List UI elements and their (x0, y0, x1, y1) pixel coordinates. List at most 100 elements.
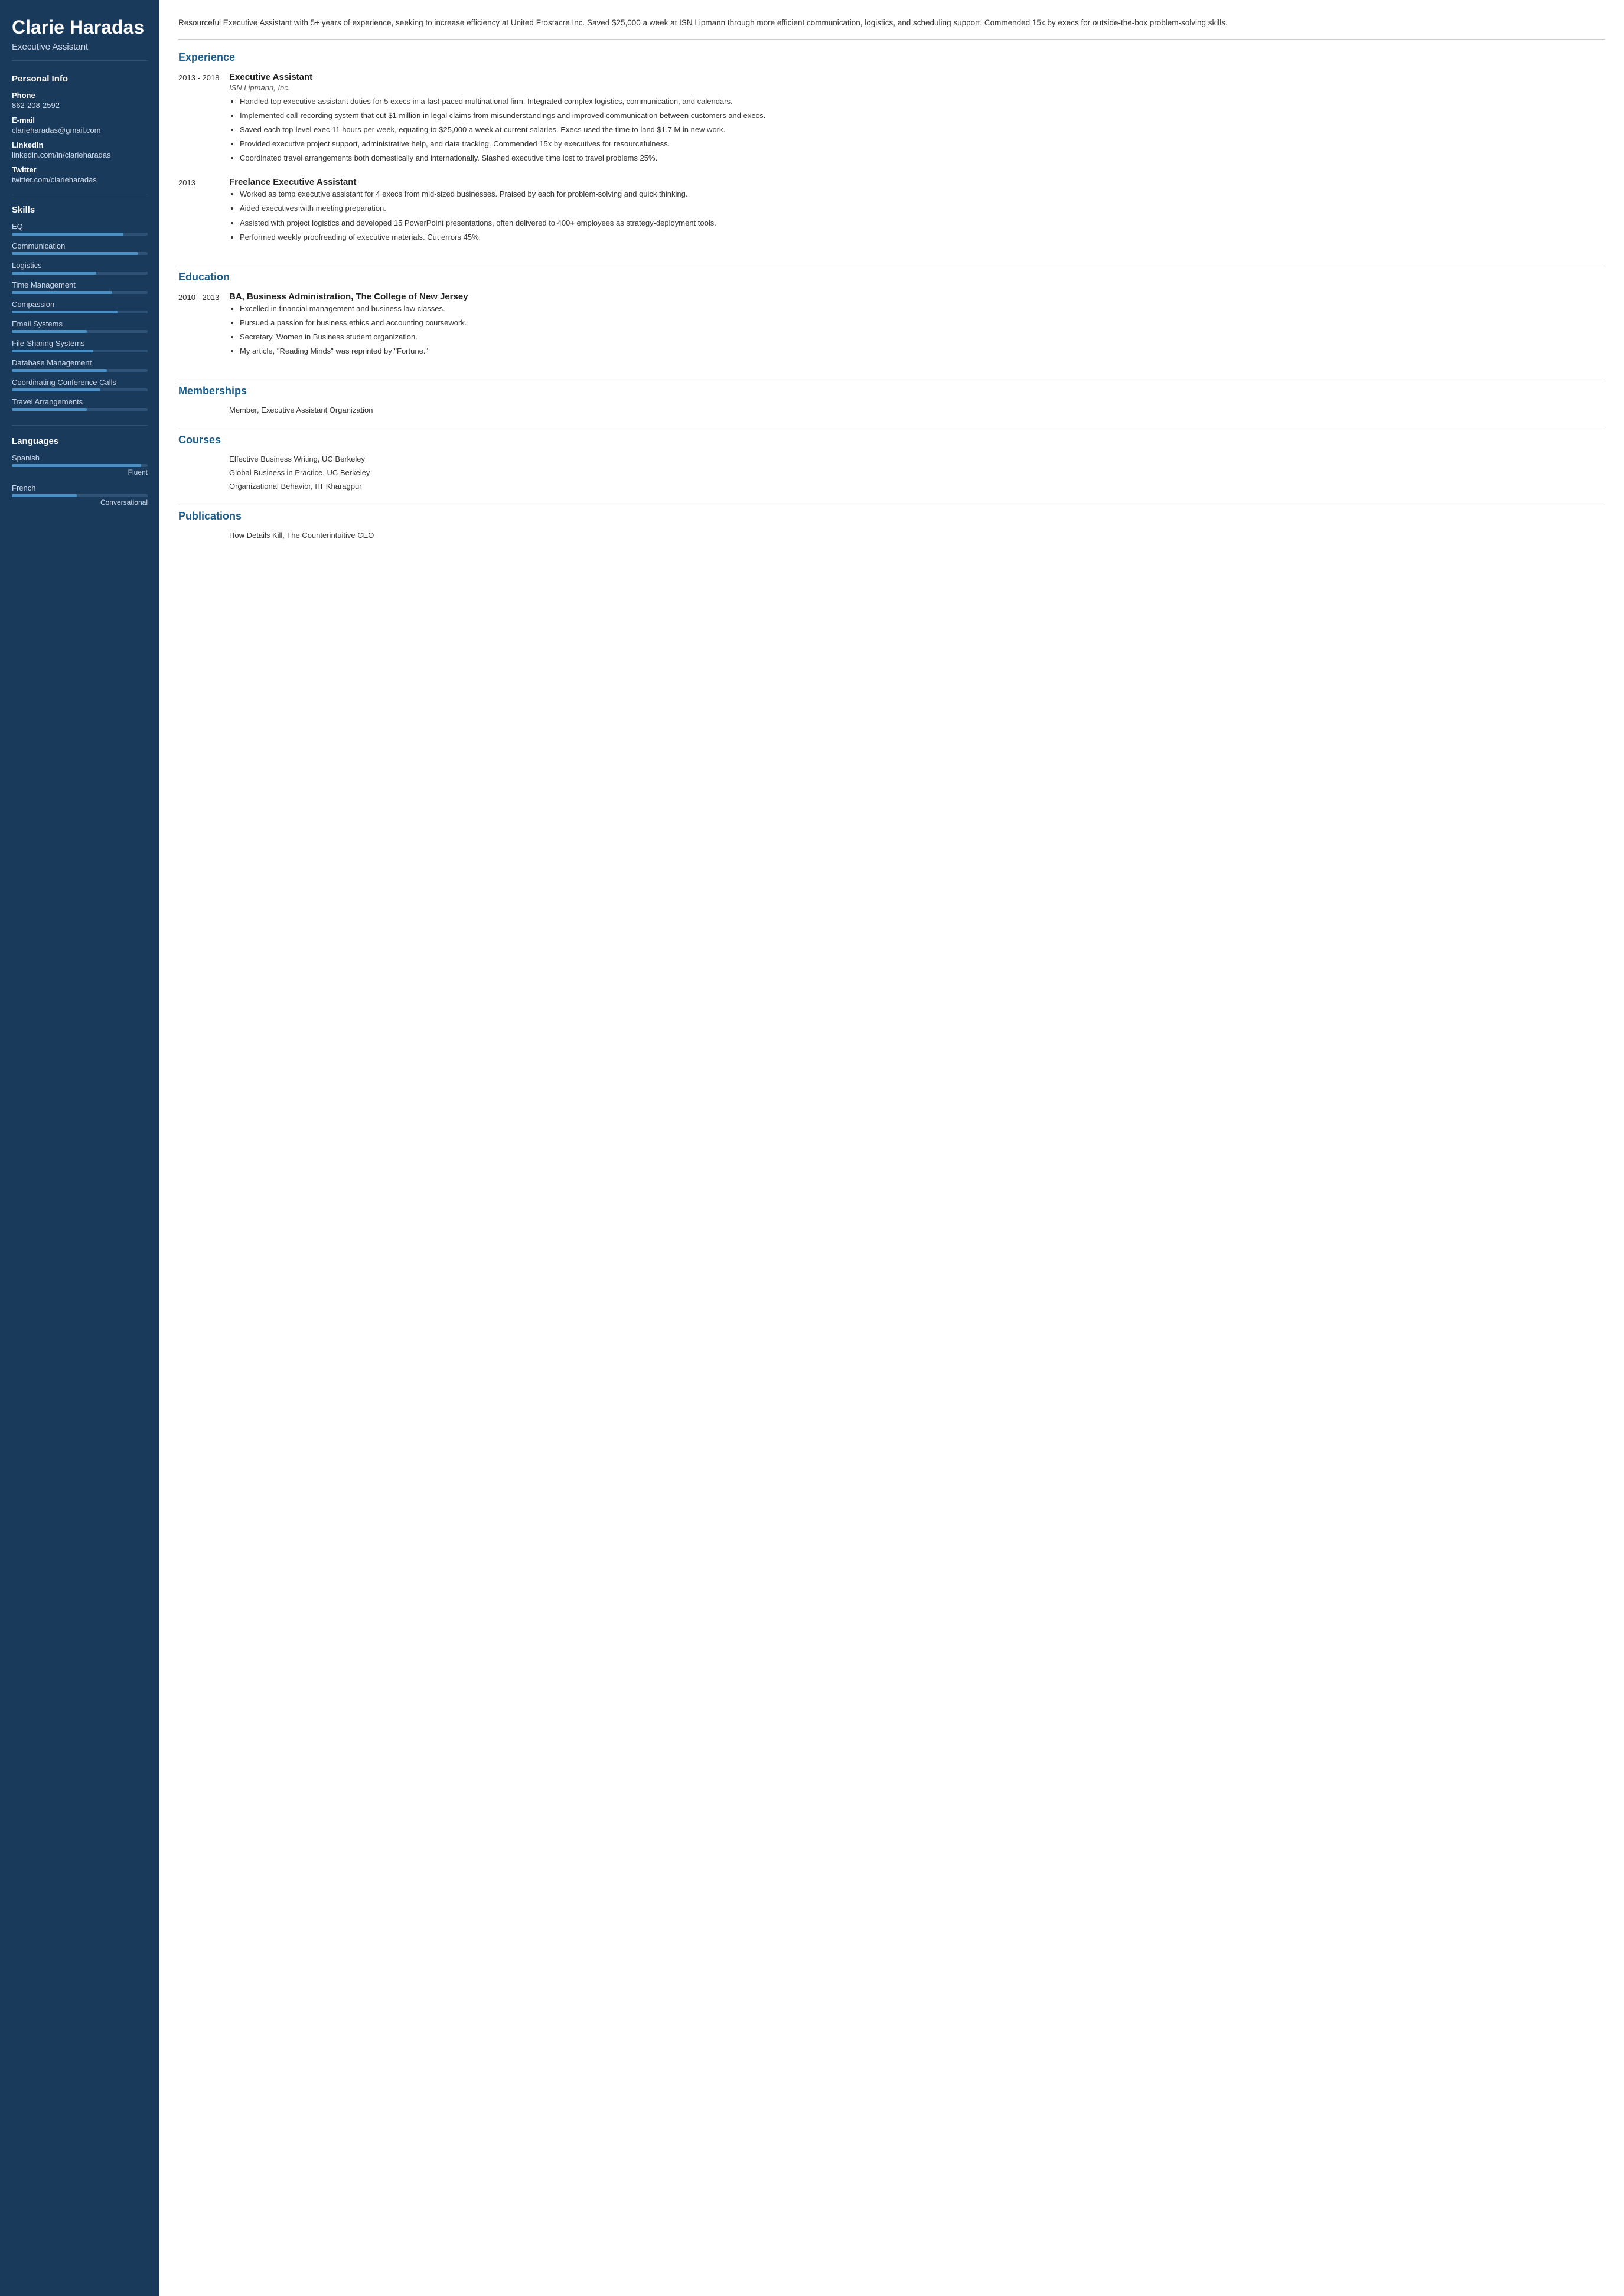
language-level: Fluent (12, 468, 148, 476)
job-content: Executive Assistant ISN Lipmann, Inc. Ha… (229, 72, 1605, 167)
job-bullets: Handled top executive assistant duties f… (229, 96, 1605, 165)
publication-entry: How Details Kill, The Counterintuitive C… (178, 531, 1605, 540)
course-text: Global Business in Practice, UC Berkeley (229, 468, 1605, 477)
courses-list: Effective Business Writing, UC Berkeley … (178, 455, 1605, 491)
skill-bar-fill (12, 233, 123, 236)
skill-bar-bg (12, 350, 148, 352)
bullet-item: Secretary, Women in Business student org… (240, 331, 1605, 343)
skill-bar-bg (12, 369, 148, 372)
skill-item: Coordinating Conference Calls (12, 378, 148, 391)
skills-heading: Skills (12, 205, 148, 215)
candidate-name: Clarie Haradas (12, 17, 148, 38)
experience-title: Experience (178, 51, 1605, 64)
language-name: French (12, 484, 148, 492)
skill-bar-bg (12, 272, 148, 275)
education-section: Education 2010 - 2013 BA, Business Admin… (178, 271, 1605, 381)
sidebar: Clarie Haradas Executive Assistant Perso… (0, 0, 159, 2296)
job-entry: 2013 Freelance Executive Assistant Worke… (178, 177, 1605, 246)
languages-list: Spanish Fluent French Conversational (12, 453, 148, 507)
skill-bar-fill (12, 408, 87, 411)
skill-bar-fill (12, 330, 87, 333)
skill-item: Database Management (12, 358, 148, 372)
main-content: Resourceful Executive Assistant with 5+ … (159, 0, 1624, 2296)
skill-bar-fill (12, 311, 118, 313)
skill-item: Travel Arrangements (12, 397, 148, 411)
personal-info-section: Personal Info Phone 862-208-2592 E-mail … (12, 74, 148, 194)
bullet-item: Assisted with project logistics and deve… (240, 217, 1605, 229)
experience-section: Experience 2013 - 2018 Executive Assista… (178, 51, 1605, 266)
memberships-list: Member, Executive Assistant Organization (178, 406, 1605, 414)
bullet-item: Coordinated travel arrangements both dom… (240, 152, 1605, 164)
email-value: clarieharadas@gmail.com (12, 126, 148, 135)
skill-bar-bg (12, 388, 148, 391)
skill-item: Time Management (12, 280, 148, 294)
skill-bar-bg (12, 252, 148, 255)
bullet-item: Excelled in financial management and bus… (240, 303, 1605, 315)
bullet-item: Implemented call-recording system that c… (240, 110, 1605, 122)
bullet-item: Provided executive project support, admi… (240, 138, 1605, 150)
skill-bar-fill (12, 369, 107, 372)
memberships-section: Memberships Member, Executive Assistant … (178, 385, 1605, 429)
membership-text: Member, Executive Assistant Organization (229, 406, 1605, 414)
skill-bar-bg (12, 330, 148, 333)
language-level: Conversational (12, 498, 148, 507)
bullet-item: Handled top executive assistant duties f… (240, 96, 1605, 107)
skill-bar-fill (12, 388, 100, 391)
course-text: Organizational Behavior, IIT Kharagpur (229, 482, 1605, 491)
course-entry: Effective Business Writing, UC Berkeley (178, 455, 1605, 463)
linkedin-label: LinkedIn (12, 141, 148, 149)
skill-item: Logistics (12, 261, 148, 275)
skill-bar-fill (12, 252, 138, 255)
education-date: 2010 - 2013 (178, 292, 220, 360)
skill-bar-fill (12, 272, 96, 275)
course-text: Effective Business Writing, UC Berkeley (229, 455, 1605, 463)
skill-bar-fill (12, 291, 112, 294)
skill-name: Travel Arrangements (12, 397, 148, 406)
phone-label: Phone (12, 91, 148, 100)
skill-bar-bg (12, 311, 148, 313)
skill-name: Compassion (12, 300, 148, 309)
bullet-item: Aided executives with meeting preparatio… (240, 203, 1605, 214)
candidate-title: Executive Assistant (12, 42, 148, 61)
language-bar-fill (12, 464, 141, 467)
bullet-item: Pursued a passion for business ethics an… (240, 317, 1605, 329)
skill-name: Coordinating Conference Calls (12, 378, 148, 387)
skill-name: EQ (12, 222, 148, 231)
job-content: Freelance Executive Assistant Worked as … (229, 177, 1605, 246)
courses-title: Courses (178, 434, 1605, 446)
email-label: E-mail (12, 116, 148, 125)
skill-bar-bg (12, 233, 148, 236)
language-bar-bg (12, 494, 148, 497)
skill-bar-bg (12, 408, 148, 411)
education-content: BA, Business Administration, The College… (229, 292, 1605, 360)
languages-section: Languages Spanish Fluent French Conversa… (12, 436, 148, 507)
skill-name: Logistics (12, 261, 148, 270)
education-entry: 2010 - 2013 BA, Business Administration,… (178, 292, 1605, 360)
skill-item: EQ (12, 222, 148, 236)
skill-item: File-Sharing Systems (12, 339, 148, 352)
jobs-list: 2013 - 2018 Executive Assistant ISN Lipm… (178, 72, 1605, 246)
skills-list: EQ Communication Logistics Time Manageme… (12, 222, 148, 411)
courses-section: Courses Effective Business Writing, UC B… (178, 434, 1605, 505)
skill-name: Communication (12, 241, 148, 250)
skill-name: Database Management (12, 358, 148, 367)
skill-bar-fill (12, 350, 93, 352)
job-title: Executive Assistant (229, 72, 1605, 82)
publications-title: Publications (178, 510, 1605, 522)
education-list: 2010 - 2013 BA, Business Administration,… (178, 292, 1605, 360)
course-entry: Global Business in Practice, UC Berkeley (178, 468, 1605, 477)
job-company: ISN Lipmann, Inc. (229, 83, 1605, 92)
bullet-item: My article, "Reading Minds" was reprinte… (240, 345, 1605, 357)
job-bullets: Worked as temp executive assistant for 4… (229, 188, 1605, 243)
language-bar-bg (12, 464, 148, 467)
course-entry: Organizational Behavior, IIT Kharagpur (178, 482, 1605, 491)
publications-list: How Details Kill, The Counterintuitive C… (178, 531, 1605, 540)
skill-item: Compassion (12, 300, 148, 313)
job-date: 2013 - 2018 (178, 72, 220, 167)
education-title: Education (178, 271, 1605, 283)
twitter-value: twitter.com/clarieharadas (12, 175, 148, 184)
job-title: Freelance Executive Assistant (229, 177, 1605, 187)
skill-name: Time Management (12, 280, 148, 289)
education-bullets: Excelled in financial management and bus… (229, 303, 1605, 358)
twitter-label: Twitter (12, 165, 148, 174)
